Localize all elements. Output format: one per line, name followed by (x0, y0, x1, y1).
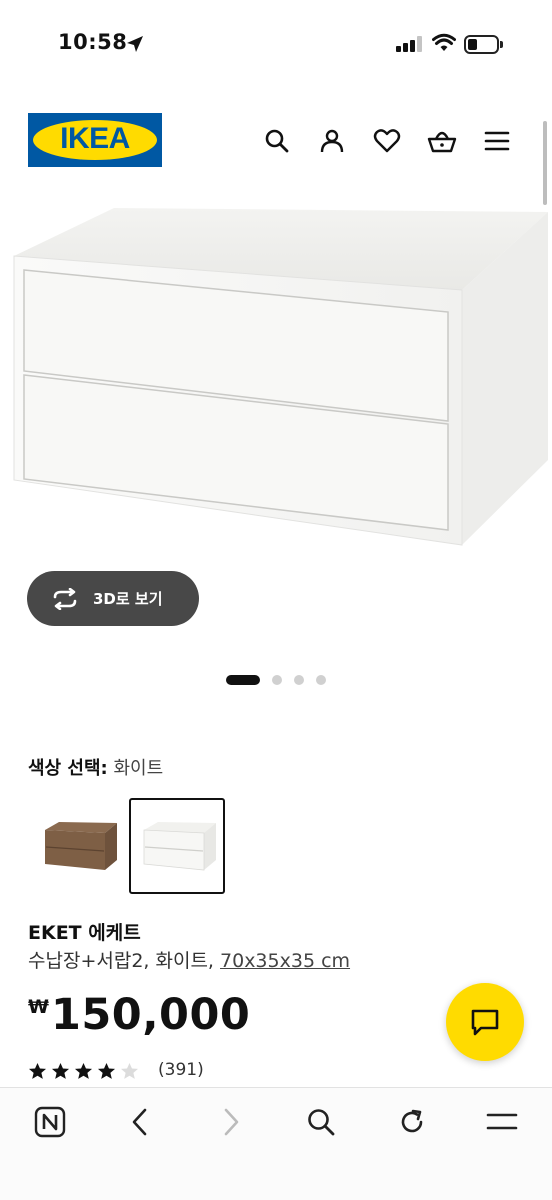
price-currency: ₩ (28, 996, 49, 1018)
forward-icon[interactable] (213, 1104, 249, 1140)
product-description: 수납장+서랍2, 화이트, 70x35x35 cm (28, 946, 350, 973)
price-amount: 150,000 (50, 990, 251, 1040)
menu-icon[interactable] (484, 1104, 520, 1140)
status-time: 10:58 (58, 30, 128, 54)
color-select-label: 색상 선택: (28, 758, 108, 779)
rotate-icon (53, 587, 77, 610)
view-3d-label: 3D로 보기 (93, 590, 163, 608)
page-dot-4[interactable] (316, 675, 326, 685)
star-icon-filled (28, 1062, 47, 1079)
reload-icon[interactable] (394, 1104, 430, 1140)
product-name: EKET 에케트 (28, 922, 141, 944)
page-dot-3[interactable] (294, 675, 304, 685)
signal-icon (396, 36, 422, 52)
swatch-walnut[interactable] (30, 798, 126, 894)
menu-icon[interactable] (482, 126, 512, 156)
star-icon-filled (51, 1062, 70, 1079)
search-icon[interactable] (262, 126, 292, 156)
review-count[interactable]: (391) (158, 1060, 204, 1080)
browser-toolbar (0, 1087, 552, 1200)
logo-text: IKEA (60, 122, 130, 155)
product-dimensions-link[interactable]: 70x35x35 cm (220, 950, 350, 972)
page-dot-1[interactable] (226, 675, 260, 685)
chat-button[interactable] (446, 983, 524, 1061)
chat-icon (471, 1009, 499, 1036)
naver-icon[interactable] (32, 1104, 68, 1140)
location-arrow-icon (127, 36, 143, 52)
search-icon[interactable] (303, 1104, 339, 1140)
product-price: ₩ 150,000 (28, 990, 250, 1040)
battery-icon (464, 35, 499, 54)
user-icon[interactable] (317, 126, 347, 156)
heart-icon[interactable] (372, 126, 402, 156)
battery-tip (500, 41, 503, 48)
color-select-row: 색상 선택: 화이트 (28, 754, 163, 780)
gallery-pagination (226, 675, 338, 685)
star-icon-empty (120, 1062, 139, 1079)
color-select-value: 화이트 (113, 758, 164, 779)
scrollbar-thumb[interactable] (543, 121, 547, 205)
swatch-white[interactable] (129, 798, 225, 894)
star-icon-filled (74, 1062, 93, 1079)
ikea-logo[interactable]: IKEA (28, 113, 162, 167)
page-dot-2[interactable] (272, 675, 282, 685)
basket-icon[interactable] (427, 126, 457, 156)
wifi-icon (432, 33, 456, 51)
product-desc-text: 수납장+서랍2, 화이트, (28, 950, 214, 972)
back-icon[interactable] (122, 1104, 158, 1140)
rating-stars[interactable] (28, 1062, 143, 1080)
product-image[interactable] (0, 205, 552, 565)
view-3d-button[interactable]: 3D로 보기 (27, 571, 199, 626)
star-icon-filled (97, 1062, 116, 1079)
